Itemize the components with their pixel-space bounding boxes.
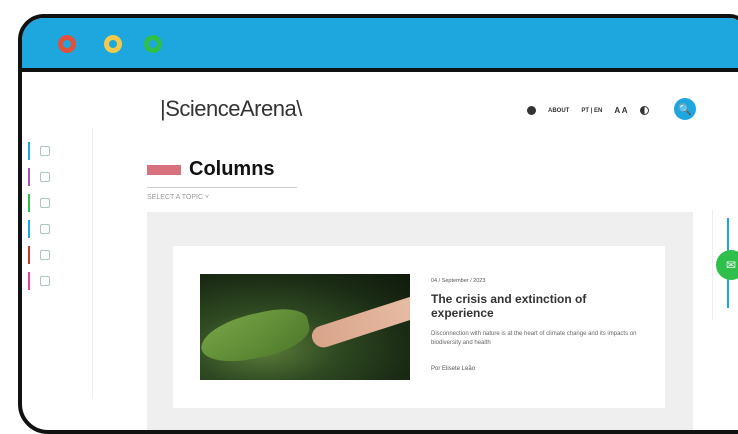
page-heading: Columns bbox=[147, 158, 297, 188]
nav-about[interactable]: ABOUT bbox=[548, 108, 569, 114]
sidebar-item[interactable] bbox=[28, 164, 88, 190]
document-icon bbox=[40, 146, 50, 156]
language-switch[interactable]: PT | EN bbox=[581, 108, 602, 114]
contrast-icon[interactable] bbox=[639, 106, 649, 115]
article-image[interactable] bbox=[200, 274, 410, 380]
sidebar-divider bbox=[92, 128, 93, 398]
minimize-icon[interactable] bbox=[104, 35, 122, 53]
books-icon bbox=[40, 250, 50, 260]
sidebar-item[interactable] bbox=[28, 242, 88, 268]
quote-icon bbox=[40, 172, 50, 182]
site-logo[interactable]: |ScienceArena\ bbox=[160, 96, 302, 122]
video-icon bbox=[40, 224, 50, 234]
article-author: Por Elisete Leão bbox=[431, 366, 476, 372]
sidebar-item[interactable] bbox=[28, 216, 88, 242]
left-sidebar bbox=[28, 138, 88, 294]
close-icon[interactable] bbox=[58, 35, 76, 53]
articles-panel: 04 / September / 2023 The crisis and ext… bbox=[147, 212, 693, 430]
page-title: Columns bbox=[189, 158, 275, 180]
article-card[interactable]: 04 / September / 2023 The crisis and ext… bbox=[173, 246, 665, 408]
newsletter-button[interactable]: ✉ bbox=[716, 250, 738, 280]
article-date: 04 / September / 2023 bbox=[431, 278, 486, 284]
fern-leaf bbox=[200, 303, 314, 369]
sidebar-item[interactable] bbox=[28, 268, 88, 294]
chevron-down-icon: ˅ bbox=[204, 194, 210, 201]
text-size-control[interactable]: A A bbox=[614, 106, 627, 115]
title-accent-bar bbox=[147, 164, 181, 175]
topic-select[interactable]: SELECT A TOPIC ˅ bbox=[147, 194, 209, 201]
gallery-icon bbox=[40, 276, 50, 286]
sidebar-item[interactable] bbox=[28, 190, 88, 216]
globe-icon[interactable] bbox=[527, 106, 536, 115]
window-titlebar bbox=[22, 18, 738, 72]
search-icon: 🔍 bbox=[678, 103, 692, 116]
search-button[interactable]: 🔍 bbox=[674, 98, 696, 120]
sidebar-item[interactable] bbox=[28, 138, 88, 164]
pen-icon bbox=[40, 198, 50, 208]
article-title[interactable]: The crisis and extinction of experience bbox=[431, 292, 631, 320]
article-description: Disconnection with nature is at the hear… bbox=[431, 331, 637, 346]
maximize-icon[interactable] bbox=[144, 35, 162, 53]
top-nav: ABOUT PT | EN A A bbox=[527, 106, 649, 115]
browser-window: |ScienceArena\ ABOUT PT | EN A A 🔍 Colum… bbox=[18, 14, 738, 434]
hand bbox=[309, 295, 410, 351]
mail-icon: ✉ bbox=[725, 258, 737, 272]
